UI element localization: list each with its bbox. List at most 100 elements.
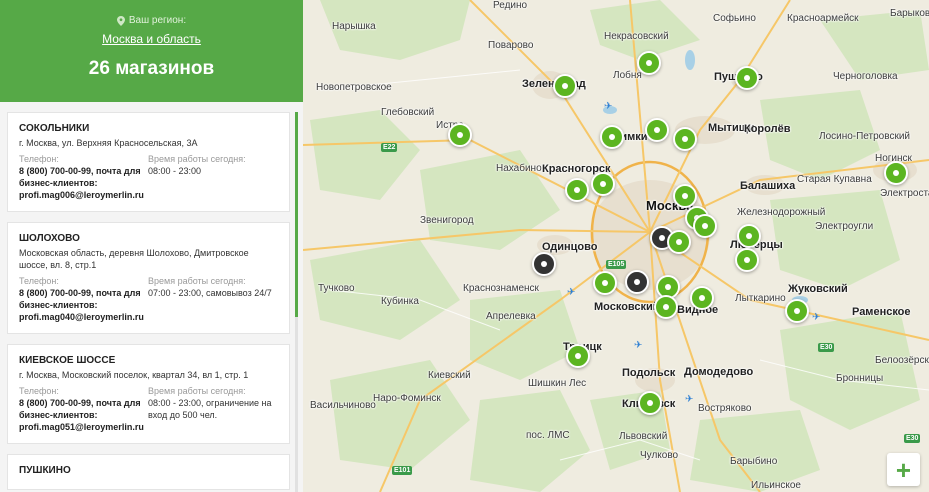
- airport-icon: ✈: [567, 287, 576, 298]
- store-pin[interactable]: [673, 184, 697, 208]
- phone-label: Телефон:: [19, 276, 59, 286]
- road-badge: E30: [904, 434, 921, 443]
- plus-icon: +: [895, 454, 912, 485]
- store-pin[interactable]: [737, 224, 761, 248]
- city-label: Московский: [594, 301, 660, 313]
- airport-icon: ✈: [604, 101, 613, 112]
- store-hours: 07:00 - 23:00, самовывоз 24/7: [148, 288, 272, 298]
- stores-panel: Ваш регион: Москва и область 26 магазино…: [0, 0, 303, 492]
- store-pin[interactable]: [638, 391, 662, 415]
- hours-label: Время работы сегодня:: [148, 154, 246, 164]
- city-label: Электроугли: [815, 221, 874, 232]
- store-pin[interactable]: [735, 66, 759, 90]
- city-label: Раменское: [852, 306, 911, 318]
- zoom-in-button[interactable]: +: [887, 453, 920, 486]
- store-pin[interactable]: [735, 248, 759, 272]
- store-name: ПУШКИНО: [19, 465, 71, 476]
- city-label: Бронницы: [836, 373, 884, 384]
- store-pin[interactable]: [553, 74, 577, 98]
- city-label: Апрелевка: [486, 311, 536, 322]
- city-label: Кубинка: [381, 296, 419, 307]
- city-label: Краснознаменск: [463, 283, 539, 294]
- store-pin[interactable]: [591, 172, 615, 196]
- store-name: ШОЛОХОВО: [19, 233, 80, 244]
- city-label: Красноармейск: [787, 13, 859, 24]
- store-pin[interactable]: [625, 270, 649, 294]
- store-address: г. Москва, ул. Верхняя Красносельская, 3…: [19, 138, 198, 148]
- city-label: Нарышка: [332, 21, 376, 32]
- region-header: Ваш регион: Москва и область 26 магазино…: [0, 0, 303, 102]
- city-label: Домодедово: [684, 366, 754, 378]
- airport-icon: ✈: [634, 340, 643, 351]
- city-label: Барыбино: [730, 456, 778, 467]
- store-name: КИЕВСКОЕ ШОССЕ: [19, 355, 116, 366]
- road-badge: E30: [818, 343, 835, 352]
- city-label: Подольск: [622, 367, 676, 379]
- city-label: Софьино: [713, 13, 756, 24]
- store-pin[interactable]: [785, 299, 809, 323]
- store-pin[interactable]: [600, 125, 624, 149]
- scrollbar-thumb[interactable]: [295, 112, 298, 317]
- city-label: Черноголовка: [833, 71, 898, 82]
- store-pin[interactable]: [565, 178, 589, 202]
- city-label: Чулково: [640, 450, 679, 461]
- store-card[interactable]: ПУШКИНО: [7, 454, 290, 490]
- store-list[interactable]: СОКОЛЬНИКИ г. Москва, ул. Верхняя Красно…: [0, 102, 303, 492]
- store-pin[interactable]: [667, 230, 691, 254]
- store-address: г. Москва, Московский поселок, квартал 3…: [19, 370, 249, 380]
- road-badge: E105: [606, 260, 627, 269]
- store-pin[interactable]: [690, 286, 714, 310]
- airport-icon: ✈: [685, 394, 694, 405]
- city-label: Ильинское: [751, 480, 801, 491]
- city-label: Новопетровское: [316, 82, 392, 93]
- store-card[interactable]: КИЕВСКОЕ ШОССЕ г. Москва, Московский пос…: [7, 344, 290, 444]
- city-label: Некрасовский: [604, 31, 669, 42]
- city-label: Лобня: [613, 70, 642, 81]
- city-label: Редино: [493, 0, 528, 11]
- city-label: Киевский: [428, 370, 471, 381]
- road-badge: E22: [381, 143, 398, 152]
- store-phone[interactable]: 8 (800) 700-00-99, почта для бизнес-клие…: [19, 287, 148, 323]
- store-count: 26 магазинов: [88, 58, 215, 79]
- city-label: Наро-Фоминск: [373, 393, 441, 404]
- store-pin[interactable]: [566, 344, 590, 368]
- road-badge: E101: [392, 466, 413, 475]
- hours-label: Время работы сегодня:: [148, 386, 246, 396]
- store-pin[interactable]: [532, 252, 556, 276]
- city-label: Львовский: [619, 431, 668, 442]
- city-label: Шишкин Лес: [528, 378, 587, 389]
- region-select-link[interactable]: Москва и область: [102, 32, 201, 46]
- store-pin[interactable]: [637, 51, 661, 75]
- store-pin[interactable]: [693, 214, 717, 238]
- store-hours: 08:00 - 23:00: [148, 166, 202, 176]
- store-list-scrollbar[interactable]: [295, 112, 298, 492]
- store-pin[interactable]: [884, 161, 908, 185]
- store-pin[interactable]: [645, 118, 669, 142]
- city-label: Одинцово: [542, 241, 598, 253]
- store-phone[interactable]: 8 (800) 700-00-99, почта для бизнес-клие…: [19, 165, 148, 201]
- store-card[interactable]: СОКОЛЬНИКИ г. Москва, ул. Верхняя Красно…: [7, 112, 290, 212]
- city-label: Звенигород: [420, 215, 474, 226]
- phone-label: Телефон:: [19, 154, 59, 164]
- store-pin[interactable]: [654, 295, 678, 319]
- store-pin[interactable]: [593, 271, 617, 295]
- city-label: Барыково: [890, 8, 929, 19]
- airport-icon: ✈: [812, 312, 821, 323]
- store-pin[interactable]: [673, 127, 697, 151]
- region-label-row: Ваш регион:: [0, 15, 303, 26]
- store-pin[interactable]: [448, 123, 472, 147]
- city-label: Белоозёрский: [875, 355, 929, 366]
- city-label: Лыткарино: [735, 293, 786, 304]
- store-card[interactable]: ШОЛОХОВО Московская область, деревня Шол…: [7, 222, 290, 334]
- store-hours: 08:00 - 23:00, ограничение на вход до 50…: [148, 398, 272, 420]
- city-label: Лосино-Петровский: [819, 131, 910, 142]
- city-label: Королёв: [744, 123, 791, 135]
- store-address: Московская область, деревня Шолохово, Дм…: [19, 248, 249, 270]
- city-label: Востряково: [698, 403, 752, 414]
- hours-label: Время работы сегодня:: [148, 276, 246, 286]
- city-label: Поварово: [488, 40, 534, 51]
- city-label: Тучково: [318, 283, 355, 294]
- location-pin-icon: [116, 15, 125, 26]
- city-label: Железнодорожный: [737, 207, 826, 218]
- store-phone[interactable]: 8 (800) 700-00-99, почта для бизнес-клие…: [19, 397, 148, 433]
